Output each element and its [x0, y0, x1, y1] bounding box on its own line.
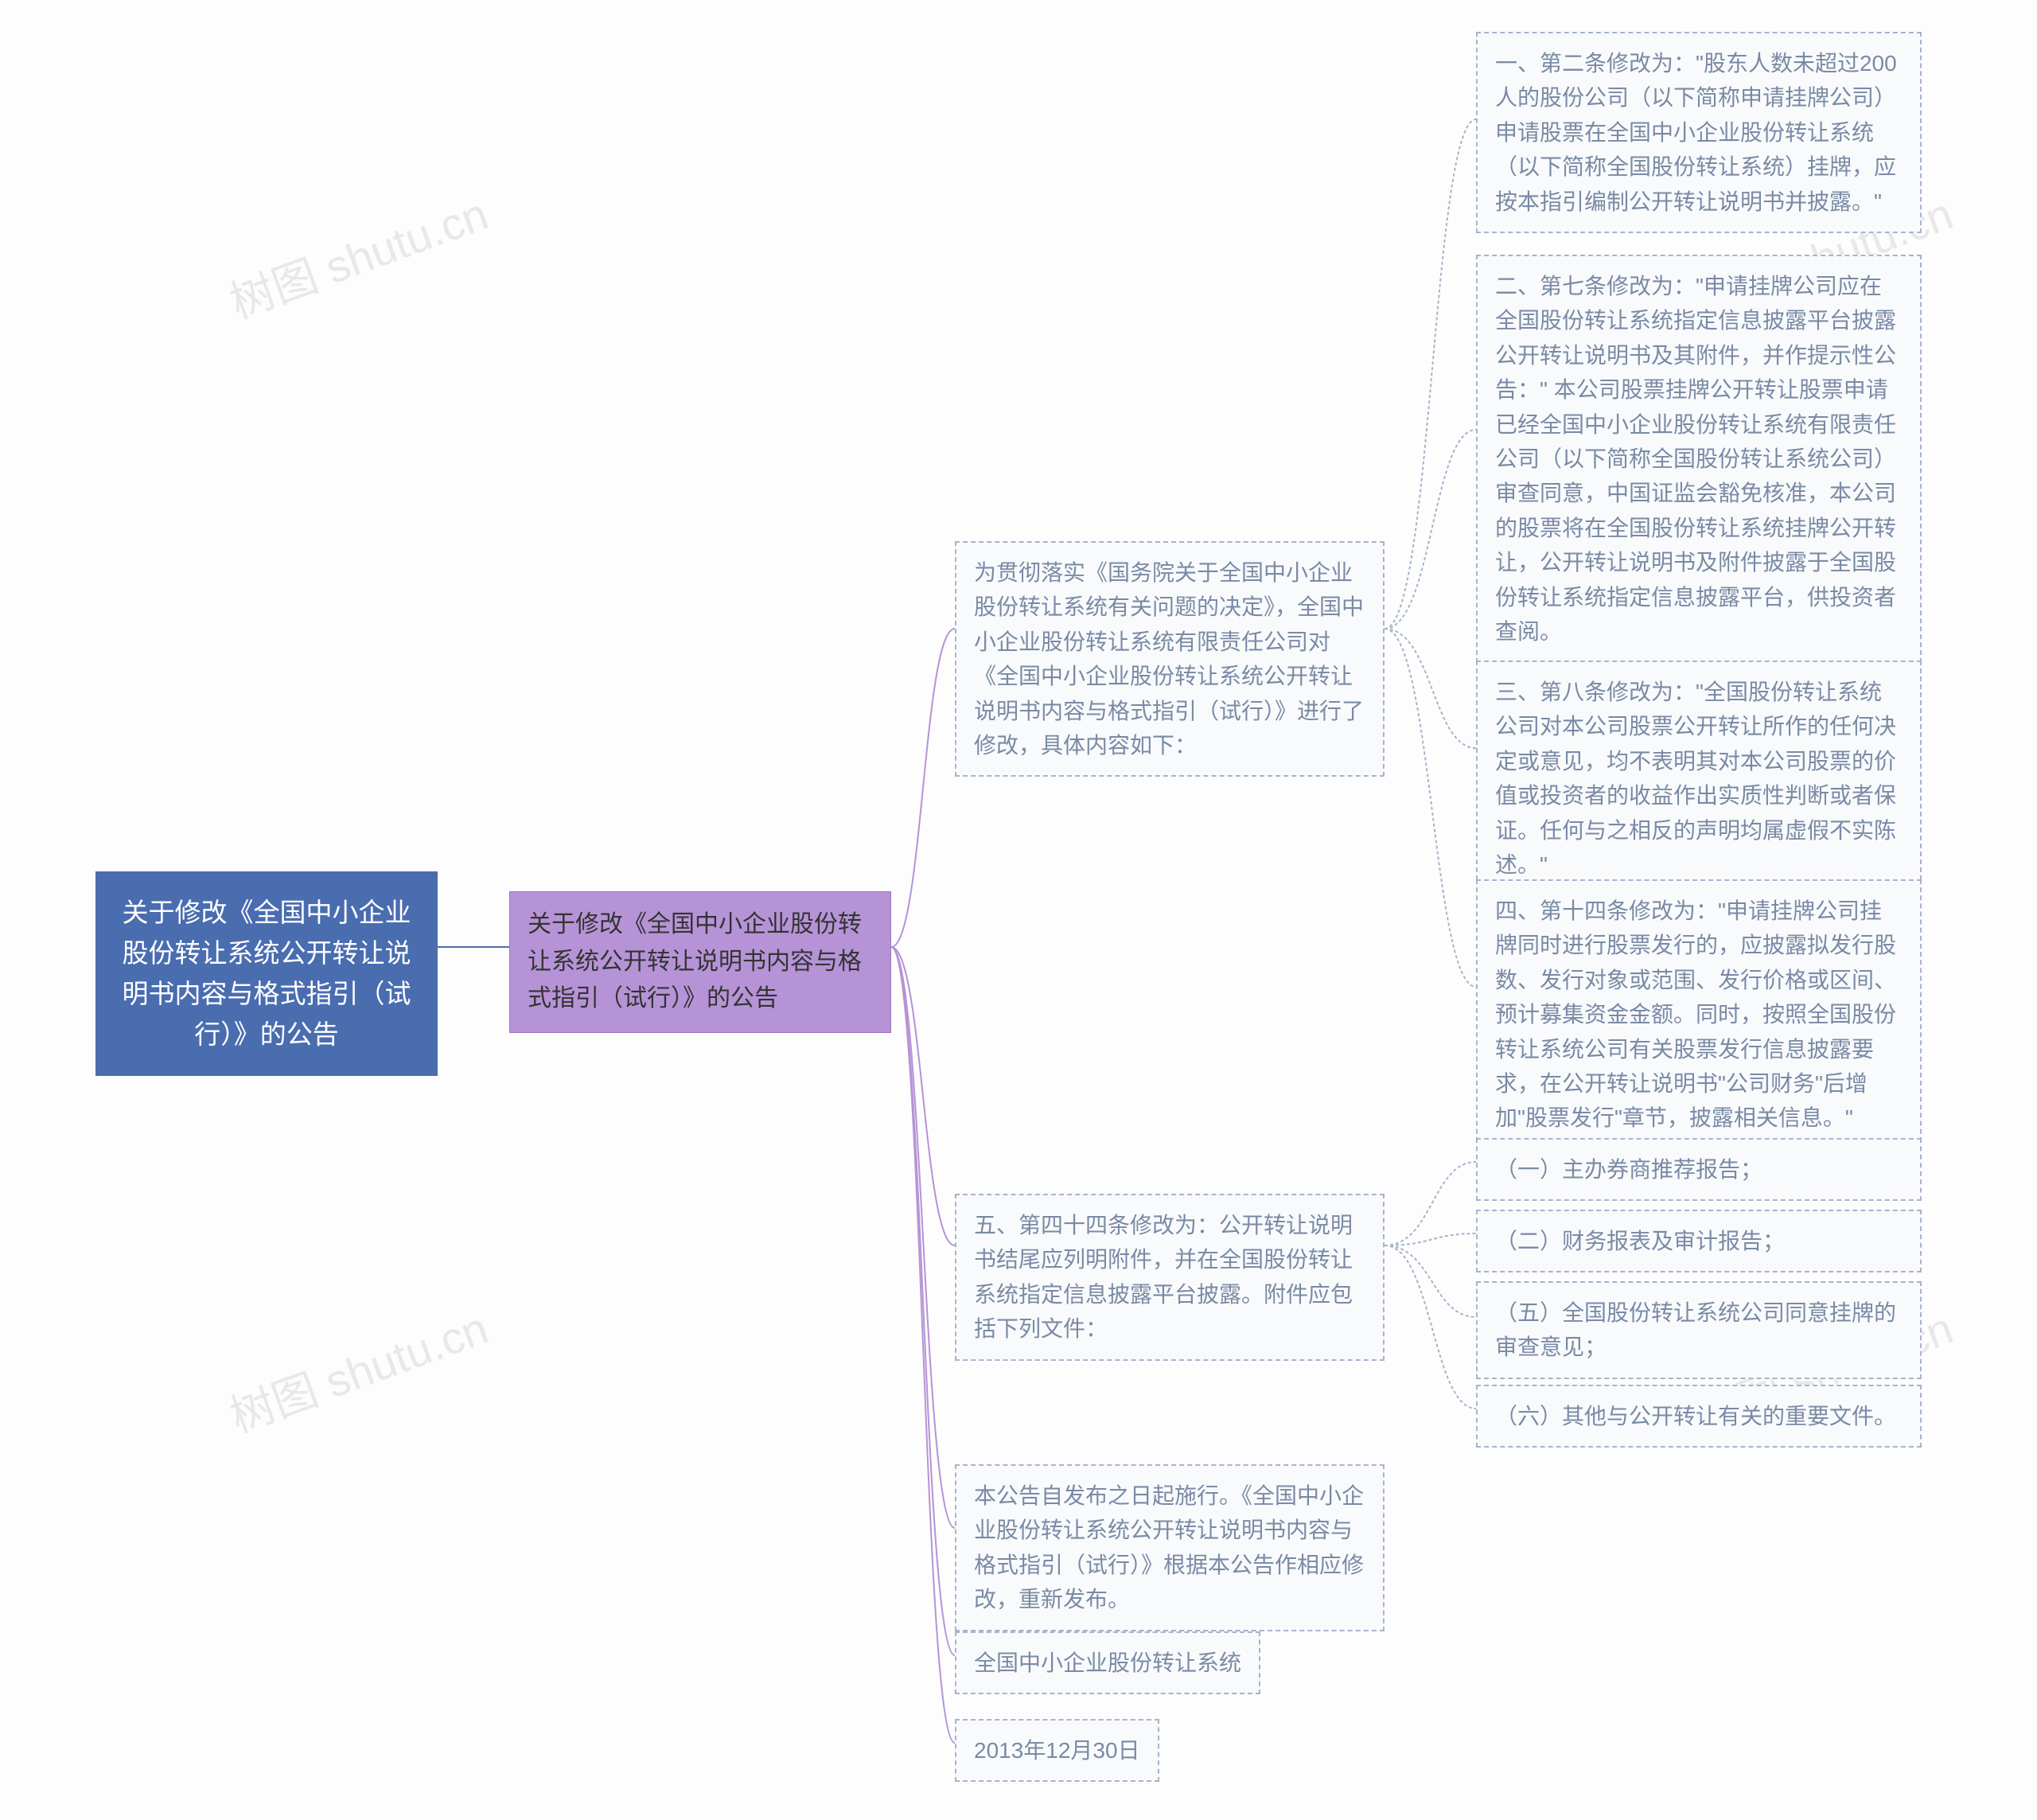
level4-a3[interactable]: 三、第八条修改为："全国股份转让系统公司对本公司股票公开转让所作的任何决定或意见…: [1476, 661, 1922, 896]
level3-date[interactable]: 2013年12月30日: [955, 1719, 1159, 1782]
level3-issuer[interactable]: 全国中小企业股份转让系统: [955, 1631, 1260, 1694]
level4-a2[interactable]: 二、第七条修改为："申请挂牌公司应在全国股份转让系统指定信息披露平台披露公开转让…: [1476, 255, 1922, 663]
level4-b6[interactable]: （六）其他与公开转让有关的重要文件。: [1476, 1385, 1922, 1448]
level4-a4[interactable]: 四、第十四条修改为："申请挂牌公司挂牌同时进行股票发行的，应披露拟发行股数、发行…: [1476, 879, 1922, 1150]
level3-effective[interactable]: 本公告自发布之日起施行。《全国中小企业股份转让系统公开转让说明书内容与格式指引（…: [955, 1464, 1385, 1631]
level4-a1[interactable]: 一、第二条修改为："股东人数未超过200人的股份公司（以下简称申请挂牌公司）申请…: [1476, 32, 1922, 233]
level3-intro[interactable]: 为贯彻落实《国务院关于全国中小企业股份转让系统有关问题的决定》，全国中小企业股份…: [955, 541, 1385, 777]
mindmap-canvas: 关于修改《全国中小企业股份转让系统公开转让说明书内容与格式指引（试行）》的公告 …: [0, 0, 2037, 1820]
level3-item5[interactable]: 五、第四十四条修改为：公开转让说明书结尾应列明附件，并在全国股份转让系统指定信息…: [955, 1194, 1385, 1361]
level4-b2[interactable]: （二）财务报表及审计报告；: [1476, 1210, 1922, 1272]
root-node[interactable]: 关于修改《全国中小企业股份转让系统公开转让说明书内容与格式指引（试行）》的公告: [95, 871, 438, 1076]
level4-b1[interactable]: （一）主办券商推荐报告；: [1476, 1138, 1922, 1201]
level2-node[interactable]: 关于修改《全国中小企业股份转让系统公开转让说明书内容与格式指引（试行）》的公告: [509, 891, 891, 1033]
level4-b5[interactable]: （五）全国股份转让系统公司同意挂牌的审查意见；: [1476, 1281, 1922, 1379]
